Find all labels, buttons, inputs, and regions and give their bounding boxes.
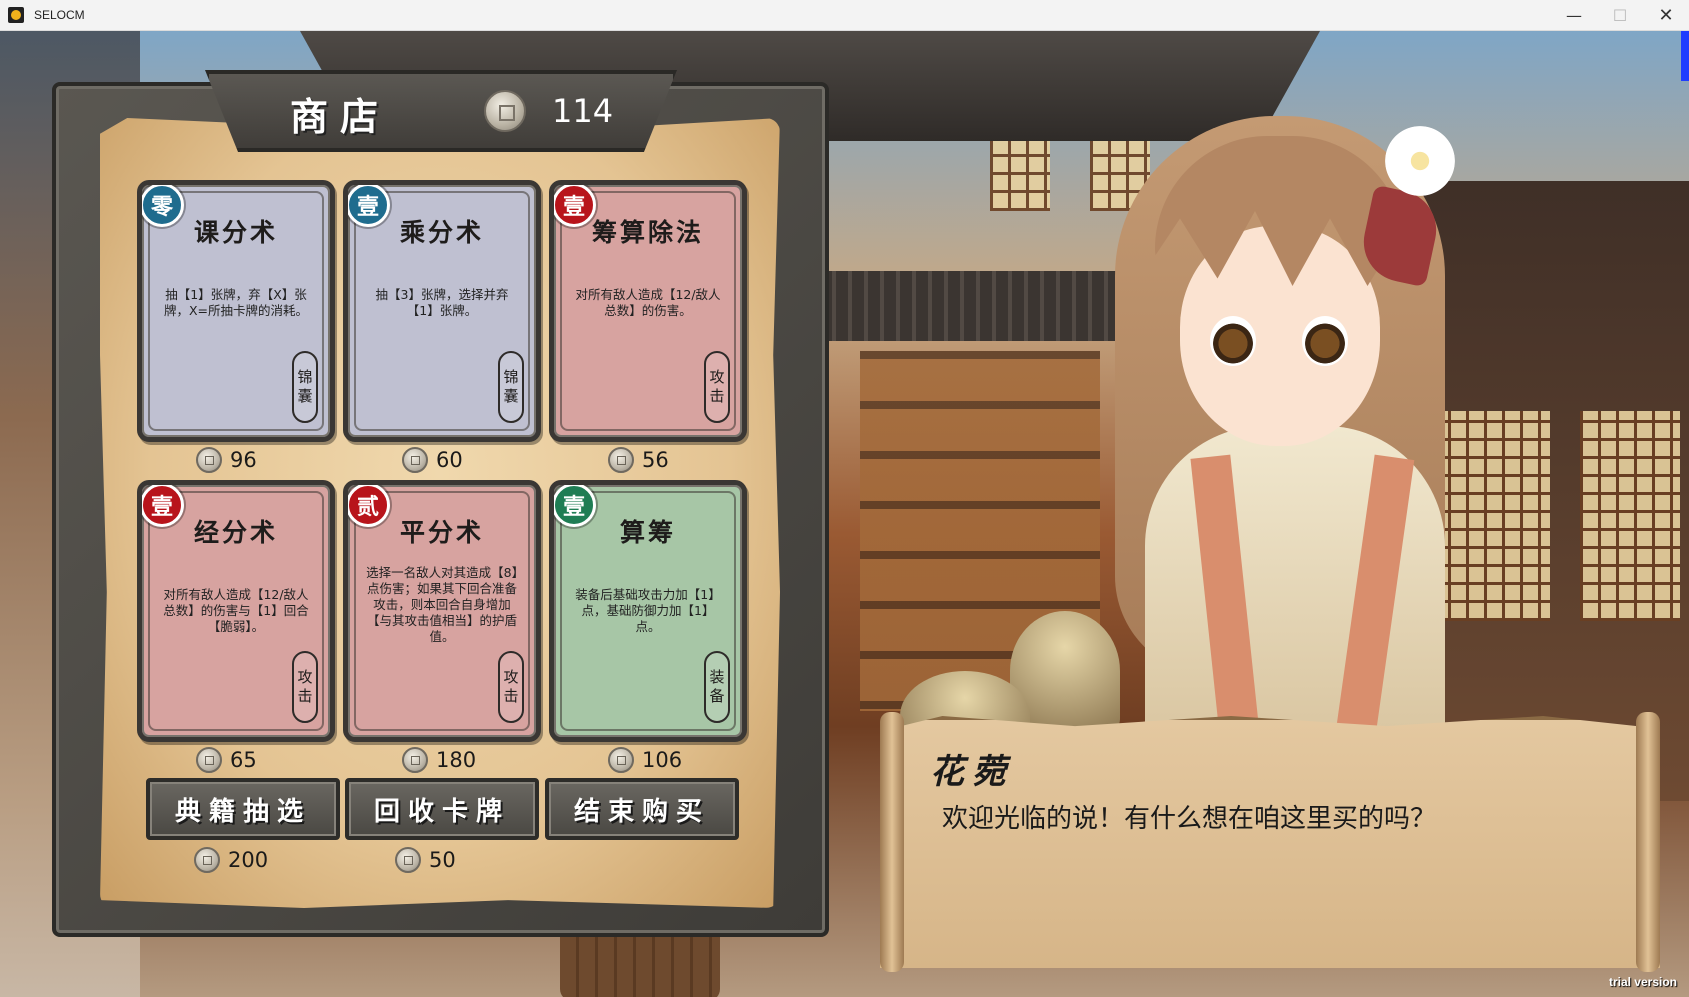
title-bar: SELOCM — ☐ ✕ [0, 0, 1689, 31]
card-price: 60 [402, 447, 463, 473]
card-type-char: 装 [709, 668, 725, 686]
coin-icon [402, 747, 428, 773]
card-name: 平分术 [399, 518, 484, 547]
card-description: 对所有敌人造成【12/敌人总数】的伤害。 [575, 287, 721, 318]
card-description: 抽【1】张牌，弃【X】张牌，X=所抽卡牌的消耗。 [163, 287, 309, 318]
recycle-price-value: 50 [429, 848, 456, 872]
shop-card[interactable]: 壹 算筹 装备后基础攻击力加【1】点，基础防御力加【1】点。 装备 [549, 480, 747, 742]
scroll-roller [880, 712, 904, 972]
scroll-roller [1636, 712, 1660, 972]
card-type-tag: 攻击 [704, 351, 730, 423]
card-type-tag: 锦囊 [498, 351, 524, 423]
character-eye [1210, 316, 1256, 366]
minimize-button[interactable]: — [1551, 0, 1597, 31]
shop-card[interactable]: 贰 平分术 选择一名敌人对其造成【8】点伤害；如果其下回合准备攻击，则本回合自身… [343, 480, 541, 742]
draw-price: 200 [194, 847, 268, 873]
shop-card[interactable]: 壹 经分术 对所有敌人造成【12/敌人总数】的伤害与【1】回合【脆弱】。 攻击 [137, 480, 335, 742]
card-type-char: 击 [297, 687, 313, 705]
card-type-char: 锦 [297, 368, 313, 386]
card-price: 96 [196, 447, 257, 473]
close-button[interactable]: ✕ [1643, 0, 1689, 31]
coin-icon [196, 747, 222, 773]
card-price-value: 56 [642, 448, 669, 472]
coin-icon [196, 447, 222, 473]
dialogue-text: 欢迎光临的说！有什么想在咱这里买的吗？ [942, 804, 1437, 834]
card-name: 课分术 [193, 218, 278, 247]
end-purchase-button[interactable]: 结束购买 [545, 778, 739, 840]
shop-card[interactable]: 壹 筹算除法 对所有敌人造成【12/敌人总数】的伤害。 攻击 [549, 180, 747, 442]
side-scrollbar[interactable] [1681, 31, 1689, 81]
card-type-char: 攻 [297, 668, 313, 686]
draw-price-value: 200 [228, 848, 269, 872]
card-price-value: 65 [230, 748, 257, 772]
background-window [990, 141, 1050, 211]
card-name: 经分术 [193, 518, 278, 547]
shopkeeper-character [1085, 96, 1505, 746]
gold-amount: 114 [552, 92, 614, 130]
card-name: 筹算除法 [591, 218, 704, 247]
card-type-tag: 攻击 [292, 651, 318, 723]
coin-icon [608, 447, 634, 473]
card-description: 抽【3】张牌，选择并弃【1】张牌。 [375, 287, 509, 318]
card-price-value: 180 [436, 748, 477, 772]
recycle-cards-button[interactable]: 回收卡牌 [345, 778, 539, 840]
card-price: 180 [402, 747, 476, 773]
window-title: SELOCM [34, 8, 85, 22]
shop-card[interactable]: 零 课分术 抽【1】张牌，弃【X】张牌，X=所抽卡牌的消耗。 锦囊 [137, 180, 335, 442]
draw-cards-button[interactable]: 典籍抽选 [146, 778, 340, 840]
gold-display: 114 [484, 90, 613, 132]
card-type-char: 攻 [503, 668, 519, 686]
trial-watermark: trial version [1608, 975, 1677, 989]
card-price: 106 [608, 747, 682, 773]
card-type-tag: 锦囊 [292, 351, 318, 423]
card-type-char: 备 [709, 687, 725, 705]
card-description: 装备后基础攻击力加【1】点，基础防御力加【1】点。 [575, 587, 721, 634]
coin-icon [402, 447, 428, 473]
recycle-price: 50 [395, 847, 456, 873]
flower-hairpin-icon [1385, 126, 1455, 196]
card-price: 56 [608, 447, 669, 473]
card-type-char: 击 [709, 387, 725, 405]
card-type-char: 攻 [709, 368, 725, 386]
maximize-button[interactable]: ☐ [1597, 0, 1643, 31]
card-price-value: 96 [230, 448, 257, 472]
card-description: 选择一名敌人对其造成【8】点伤害；如果其下回合准备攻击，则本回合自身增加【与其攻… [366, 565, 518, 644]
card-price-value: 60 [436, 448, 463, 472]
coin-icon [194, 847, 220, 873]
coin-icon [608, 747, 634, 773]
card-price-value: 106 [642, 748, 683, 772]
coin-icon [395, 847, 421, 873]
card-type-tag: 攻击 [498, 651, 524, 723]
speaker-name: 花菀 [930, 752, 1014, 792]
card-type-char: 击 [503, 687, 519, 705]
shop-card[interactable]: 壹 乘分术 抽【3】张牌，选择并弃【1】张牌。 锦囊 [343, 180, 541, 442]
coin-icon [484, 90, 526, 132]
card-type-char: 囊 [297, 387, 313, 405]
card-type-char: 锦 [503, 368, 519, 386]
card-description: 对所有敌人造成【12/敌人总数】的伤害与【1】回合【脆弱】。 [163, 587, 309, 634]
app-icon [8, 7, 24, 23]
background-window [1580, 411, 1680, 621]
game-window: SELOCM — ☐ ✕ 商店 114 零 课分术 抽【1】张牌，弃【X】张牌，… [0, 0, 1689, 997]
card-type-char: 囊 [503, 387, 519, 405]
card-name: 算筹 [619, 518, 676, 547]
card-type-tag: 装备 [704, 651, 730, 723]
shop-title: 商店 [290, 94, 391, 139]
character-eye [1302, 316, 1348, 366]
card-name: 乘分术 [399, 218, 484, 247]
card-price: 65 [196, 747, 257, 773]
